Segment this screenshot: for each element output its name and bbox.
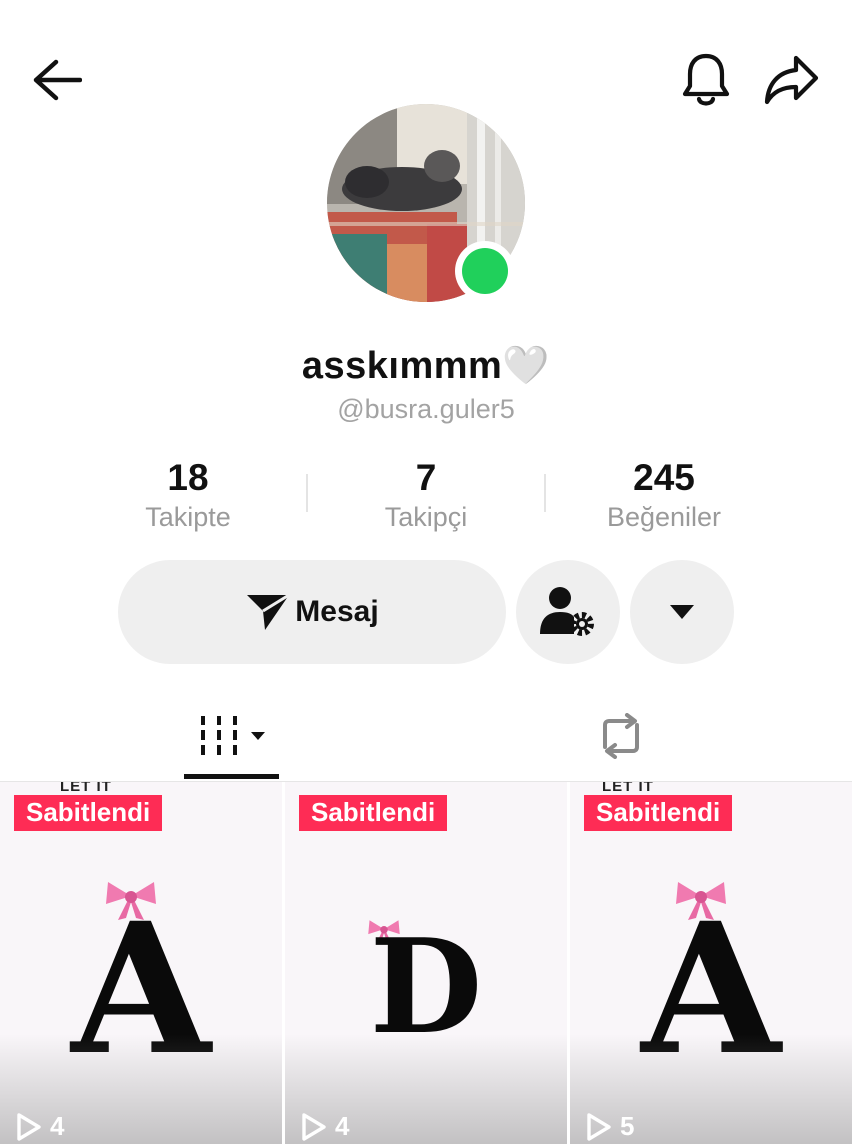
bell-icon bbox=[682, 53, 730, 106]
stat-followers[interactable]: 7 Takipçi bbox=[306, 456, 546, 533]
caption-fragment: LET IT bbox=[60, 782, 112, 795]
stat-following-label: Takipte bbox=[145, 502, 231, 532]
play-icon bbox=[17, 1112, 41, 1141]
profile-tabs bbox=[0, 690, 852, 782]
tab-videos[interactable] bbox=[184, 690, 280, 782]
stat-followers-value: 7 bbox=[415, 457, 437, 498]
back-button[interactable] bbox=[26, 52, 86, 108]
stat-likes-label: Beğeniler bbox=[606, 502, 722, 532]
view-count: 5 bbox=[586, 1111, 634, 1142]
stat-divider bbox=[306, 474, 308, 512]
video-grid: LET IT Sabitlendi A 4 Sabitlendi D 4 LET… bbox=[0, 782, 852, 1144]
more-options-button[interactable] bbox=[630, 560, 734, 664]
stat-following[interactable]: 18 Takipte bbox=[68, 456, 308, 533]
stat-followers-label: Takipçi bbox=[384, 502, 468, 532]
online-status-indicator bbox=[455, 241, 515, 301]
play-icon bbox=[587, 1112, 611, 1141]
stat-following-value: 18 bbox=[167, 457, 209, 498]
caret-down-icon bbox=[670, 605, 694, 619]
share-arrow-icon bbox=[764, 55, 819, 105]
profile-stats: 18 Takipte 7 Takipçi 245 Beğeniler bbox=[0, 456, 852, 536]
video-thumbnail[interactable]: Sabitlendi D 4 bbox=[285, 782, 567, 1144]
view-count: 4 bbox=[16, 1111, 64, 1142]
display-name: asskımmm🤍 bbox=[301, 345, 551, 387]
pinned-badge: Sabitlendi bbox=[584, 795, 733, 831]
caption-fragment: LET IT bbox=[602, 782, 654, 795]
send-icon bbox=[247, 593, 291, 630]
share-button[interactable] bbox=[760, 50, 822, 110]
view-count-value: 4 bbox=[50, 1111, 65, 1141]
grid-lines-icon bbox=[201, 716, 265, 755]
video-letter: D bbox=[369, 910, 483, 1063]
stat-likes-value: 245 bbox=[633, 457, 695, 498]
pinned-badge: Sabitlendi bbox=[14, 795, 163, 831]
message-button[interactable]: Mesaj bbox=[118, 560, 506, 664]
stat-likes[interactable]: 245 Beğeniler bbox=[544, 456, 784, 533]
arrow-left-icon bbox=[33, 59, 82, 101]
stat-divider bbox=[544, 474, 546, 512]
video-thumbnail[interactable]: LET IT Sabitlendi A 5 bbox=[570, 782, 852, 1144]
play-icon bbox=[302, 1112, 326, 1141]
active-tab-indicator bbox=[184, 774, 279, 779]
profile-avatar[interactable] bbox=[327, 104, 525, 302]
username-handle: @busra.guler5 bbox=[337, 394, 515, 424]
friend-settings-button[interactable] bbox=[516, 560, 620, 664]
tab-reposts[interactable] bbox=[578, 690, 664, 782]
message-button-label: Mesaj bbox=[295, 595, 379, 628]
notification-bell-button[interactable] bbox=[676, 50, 736, 110]
view-count-value: 4 bbox=[335, 1111, 350, 1141]
video-thumbnail[interactable]: LET IT Sabitlendi A 4 bbox=[0, 782, 282, 1144]
view-count-value: 5 bbox=[620, 1111, 635, 1141]
view-count: 4 bbox=[301, 1111, 349, 1142]
pinned-badge: Sabitlendi bbox=[299, 795, 448, 831]
user-settings-icon bbox=[540, 587, 594, 636]
repost-icon bbox=[603, 713, 639, 759]
